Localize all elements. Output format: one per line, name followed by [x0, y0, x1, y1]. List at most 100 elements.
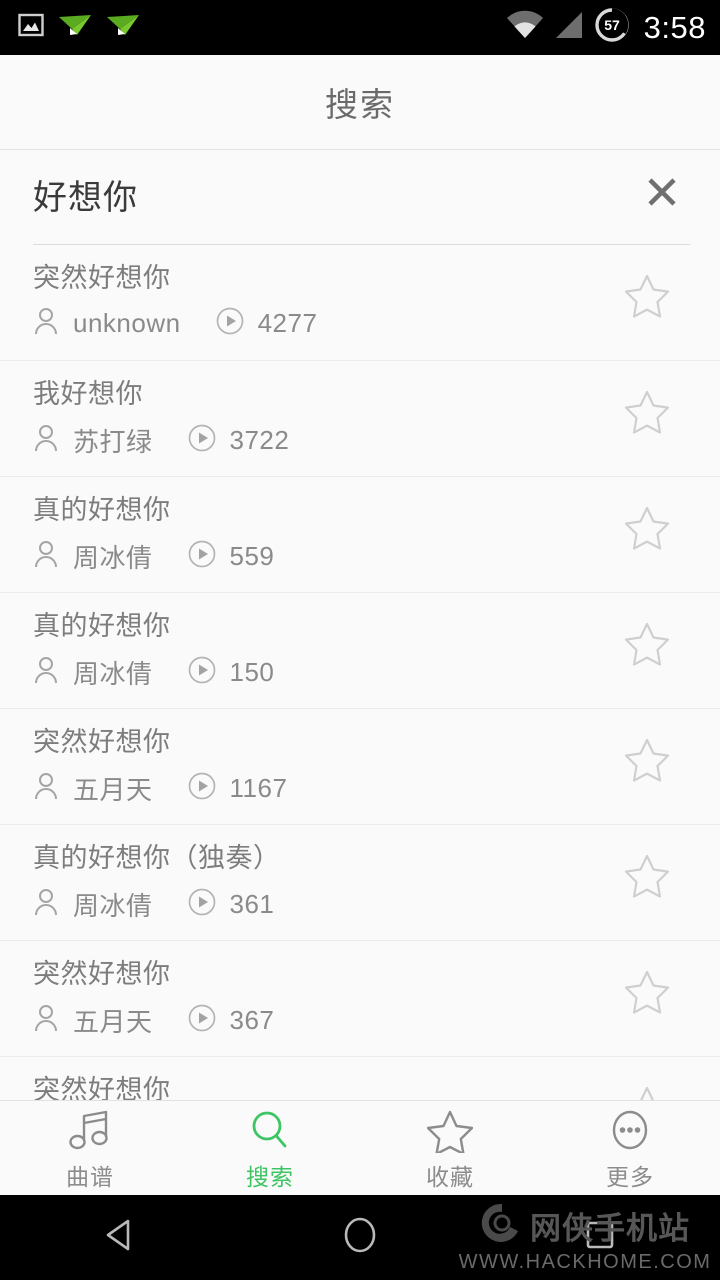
person-icon: [33, 656, 59, 689]
search-results-list[interactable]: 突然好想你 unknown 4277 我好想你 苏打绿 3722 真的好想你 周…: [0, 245, 720, 1100]
android-nav-bar: 网侠手机站 WWW.HACKHOME.COM: [0, 1195, 720, 1280]
play-circle-icon[interactable]: [187, 1003, 217, 1038]
favorite-star-button[interactable]: [622, 851, 672, 901]
star-icon: [427, 1109, 473, 1153]
play-count: 4277: [257, 308, 318, 338]
song-artist: 周冰倩: [73, 891, 153, 921]
status-bar: 57 3:58: [0, 0, 720, 55]
song-artist: 周冰倩: [73, 543, 153, 573]
page-title: 搜索: [325, 86, 395, 123]
play-count: 367: [229, 1005, 275, 1035]
table-row[interactable]: 真的好想你（独奏） 周冰倩 361: [0, 825, 720, 941]
screenshot-icon: [18, 12, 44, 43]
person-icon: [33, 307, 59, 340]
song-meta: 周冰倩 150: [33, 654, 720, 691]
person-icon: [33, 772, 59, 805]
play-circle-icon[interactable]: [187, 539, 217, 574]
song-meta: 五月天 367: [33, 1002, 720, 1039]
play-circle-icon[interactable]: [187, 771, 217, 806]
favorite-star-button[interactable]: [622, 271, 672, 321]
battery-icon: 57: [594, 7, 630, 48]
song-meta: unknown 4277: [33, 306, 720, 341]
recents-icon: [576, 1211, 624, 1264]
table-row[interactable]: 突然好想你 五月天 1167: [0, 709, 720, 825]
home-icon: [336, 1211, 384, 1264]
tab-search[interactable]: 搜索: [180, 1101, 360, 1195]
table-row[interactable]: 真的好想你 周冰倩 150: [0, 593, 720, 709]
home-button[interactable]: [315, 1208, 405, 1268]
play-count-group: 4277: [215, 306, 318, 341]
tab-favorites[interactable]: 收藏: [360, 1101, 540, 1195]
play-count: 1167: [229, 773, 288, 803]
star-icon: [624, 970, 670, 1014]
table-row[interactable]: 真的好想你 周冰倩 559: [0, 477, 720, 593]
star-icon: [624, 738, 670, 782]
favorite-star-button[interactable]: [622, 967, 672, 1017]
tab-label: 曲谱: [66, 1163, 114, 1190]
table-row[interactable]: 突然好想你: [0, 1057, 720, 1100]
search-bar: 好想你: [0, 151, 720, 245]
play-circle-icon[interactable]: [187, 655, 217, 690]
star-icon: [624, 854, 670, 898]
paper-plane-icon: [58, 13, 92, 42]
play-count-group: 3722: [187, 423, 290, 458]
person-icon: [33, 888, 59, 921]
search-field-wrapper: 好想你: [33, 151, 690, 245]
table-row[interactable]: 突然好想你 unknown 4277: [0, 245, 720, 361]
favorite-star-button[interactable]: [622, 503, 672, 553]
phone-screen: 57 3:58 搜索 好想你 突然好想你 unknown 4277 我好想你 苏…: [0, 0, 720, 1280]
song-title: 真的好想你（独奏）: [33, 843, 281, 873]
song-meta: 苏打绿 3722: [33, 422, 720, 459]
paper-plane-icon: [106, 13, 140, 42]
table-row[interactable]: 我好想你 苏打绿 3722: [0, 361, 720, 477]
song-title: 我好想你: [33, 379, 143, 409]
song-title: 突然好想你: [33, 727, 171, 757]
back-button[interactable]: [75, 1208, 165, 1268]
star-icon: [624, 390, 670, 434]
play-circle-icon[interactable]: [187, 423, 217, 458]
play-circle-icon[interactable]: [187, 887, 217, 922]
star-icon: [640, 1086, 654, 1100]
tab-scores[interactable]: 曲谱: [0, 1101, 180, 1195]
play-count: 3722: [229, 425, 290, 455]
play-count-group: 367: [187, 1003, 275, 1038]
song-title: 突然好想你: [33, 959, 171, 989]
table-row[interactable]: 突然好想你 五月天 367: [0, 941, 720, 1057]
wifi-icon: [506, 10, 544, 45]
song-title: 真的好想你: [33, 611, 171, 641]
tab-label: 搜索: [246, 1163, 294, 1190]
song-title: 突然好想你: [33, 1075, 171, 1100]
person-icon: [33, 424, 59, 457]
song-title: 真的好想你: [33, 495, 171, 525]
more-ellipsis-icon: [607, 1109, 653, 1153]
play-count-group: 559: [187, 539, 275, 574]
play-count: 559: [229, 541, 275, 571]
search-input[interactable]: 好想你: [33, 170, 634, 225]
tab-more[interactable]: 更多: [540, 1101, 720, 1195]
star-icon: [624, 622, 670, 666]
star-icon: [624, 506, 670, 550]
play-count-group: 361: [187, 887, 275, 922]
favorite-star-button[interactable]: [622, 619, 672, 669]
song-meta: 周冰倩 361: [33, 886, 720, 923]
clear-search-button[interactable]: [634, 167, 690, 223]
play-count: 361: [229, 889, 275, 919]
person-icon: [33, 1004, 59, 1037]
song-artist: 五月天: [73, 775, 153, 805]
favorite-star-button[interactable]: [622, 735, 672, 785]
back-icon: [96, 1211, 144, 1264]
star-icon: [624, 274, 670, 318]
recents-button[interactable]: [555, 1208, 645, 1268]
song-meta: 周冰倩 559: [33, 538, 720, 575]
watermark-logo-icon: [480, 1201, 524, 1250]
status-bar-left-icons: [18, 12, 506, 43]
play-count-group: 1167: [187, 771, 288, 806]
app-header: 搜索: [0, 55, 720, 150]
song-artist: 五月天: [73, 1007, 153, 1037]
play-circle-icon[interactable]: [215, 306, 245, 341]
favorite-star-button[interactable]: [622, 1083, 672, 1100]
battery-level-text: 57: [604, 17, 620, 33]
favorite-star-button[interactable]: [622, 387, 672, 437]
person-icon: [33, 540, 59, 573]
song-meta: 五月天 1167: [33, 770, 720, 807]
